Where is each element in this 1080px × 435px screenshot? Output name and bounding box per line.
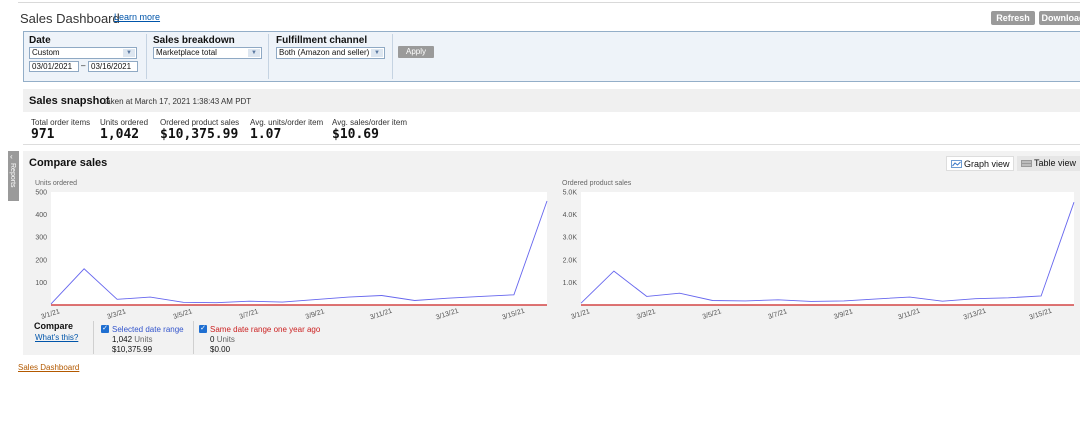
chevron-down-icon: ▼	[123, 49, 135, 57]
fulfillment-channel-label: Fulfillment channel	[276, 35, 368, 46]
snapshot-title: Sales snapshot	[29, 95, 110, 107]
sales-chart-x-tick-label: 3/5/21	[702, 308, 723, 321]
date-label: Date	[29, 35, 51, 46]
reports-tab-label: Reports	[9, 163, 16, 188]
units-chart-y-tick-label: 400	[35, 212, 47, 219]
line-chart-icon	[951, 160, 962, 168]
units-chart-x-tick-label: 3/1/21	[40, 308, 61, 321]
fulfillment-channel-select[interactable]: Both (Amazon and seller) ▼	[276, 47, 385, 59]
sales-chart-x-tick-label: 3/3/21	[636, 308, 657, 321]
chevron-down-icon: ▼	[248, 49, 260, 57]
last-year-sales: $0.00	[210, 345, 231, 354]
reports-sidebar-tab[interactable]: ‹ Reports	[8, 151, 19, 201]
date-range-select[interactable]: Custom ▼	[29, 47, 137, 59]
legend-divider	[193, 321, 194, 354]
sales-chart-plot-area	[581, 192, 1074, 305]
units-chart-plot-area	[51, 192, 547, 305]
sales-chart-x-tick-label: 3/11/21	[897, 308, 921, 321]
date-to-input[interactable]: 03/16/2021	[88, 61, 138, 72]
date-separator: –	[81, 61, 86, 70]
whats-this-link[interactable]: What's this?	[35, 333, 78, 342]
left-rail	[0, 0, 8, 435]
units-chart-y-tick-label: 300	[35, 235, 47, 242]
compare-label: Compare	[34, 321, 74, 331]
sales-dashboard-footer-link[interactable]: Sales Dashboard	[18, 363, 79, 372]
sales-breakdown-label: Sales breakdown	[153, 35, 235, 46]
last-year-label: Same date range one year ago	[210, 325, 321, 334]
page-title: Sales Dashboard	[20, 11, 120, 26]
legend-divider	[93, 321, 94, 354]
selected-range-units: 1,042 Units	[112, 335, 153, 344]
sales-chart-y-tick-label: 2.0K	[563, 257, 578, 264]
table-view-toggle[interactable]: Table view	[1017, 156, 1080, 171]
date-from-input[interactable]: 03/01/2021	[29, 61, 79, 72]
sales-chart-x-tick-label: 3/13/21	[963, 308, 987, 321]
filter-divider	[392, 34, 393, 79]
metric-value: 971	[31, 127, 55, 142]
metric-label: Ordered product sales	[160, 118, 240, 127]
units-chart-y-tick-label: 200	[35, 257, 47, 264]
snapshot-divider	[23, 144, 1080, 145]
learn-more-link[interactable]: Learn more	[114, 12, 160, 22]
top-divider	[18, 0, 1080, 3]
metric-label: Units ordered	[100, 118, 149, 127]
metric-value: $10,375.99	[160, 127, 239, 142]
apply-button[interactable]: Apply	[398, 46, 434, 58]
fulfillment-channel-value: Both (Amazon and seller)	[279, 48, 370, 57]
sales-chart-x-tick-label: 3/7/21	[767, 308, 788, 321]
last-year-units-suffix: Units	[216, 335, 235, 344]
snapshot-timestamp: taken at March 17, 2021 1:38:43 AM PDT	[104, 97, 252, 106]
filter-divider	[146, 34, 147, 79]
selected-units-suffix: Units	[134, 335, 153, 344]
selected-range-label: Selected date range	[112, 325, 184, 334]
date-range-value: Custom	[32, 48, 60, 57]
download-button[interactable]: Download	[1039, 11, 1080, 25]
sales-chart-y-tick-label: 1.0K	[563, 280, 578, 287]
units-chart-x-tick-label: 3/15/21	[501, 308, 525, 321]
last-year-units: 0 Units	[210, 335, 235, 344]
units-chart-x-tick-label: 3/9/21	[305, 308, 326, 321]
units-chart-x-tick-label: 3/5/21	[172, 308, 193, 321]
last-year-checkbox[interactable]: ✓	[199, 325, 207, 333]
units-chart-y-tick-label: 500	[35, 190, 47, 197]
selected-units-value: 1,042	[112, 335, 133, 344]
table-icon	[1021, 160, 1032, 167]
sales-breakdown-select[interactable]: Marketplace total ▼	[153, 47, 262, 59]
sales-chart-y-tick-label: 3.0K	[563, 235, 578, 242]
chevron-down-icon: ▼	[371, 49, 383, 57]
selected-range-checkbox[interactable]: ✓	[101, 325, 109, 333]
units-chart-y-tick-label: 100	[35, 280, 47, 287]
product-sales-chart: 5.0K 4.0K 3.0K 2.0K 1.0K 3/1/21 3/3/21 3/5/21 3/…	[563, 190, 1075, 321]
compare-sales-title: Compare sales	[29, 157, 108, 169]
metric-value: $10.69	[332, 127, 379, 142]
sales-chart-x-tick-label: 3/15/21	[1028, 308, 1052, 321]
units-chart-x-tick-label: 3/3/21	[106, 308, 127, 321]
metric-value: 1,042	[100, 127, 140, 142]
selected-range-sales: $10,375.99	[112, 345, 153, 354]
refresh-button[interactable]: Refresh	[991, 11, 1035, 25]
sales-chart-x-tick-label: 3/9/21	[833, 308, 854, 321]
metric-label: Total order items	[31, 118, 91, 127]
sales-chart-y-tick-label: 4.0K	[563, 212, 578, 219]
chevron-left-icon: ‹	[10, 152, 13, 161]
metric-value: 1.07	[250, 127, 282, 142]
units-chart-x-tick-label: 3/13/21	[435, 308, 459, 321]
table-view-label: Table view	[1034, 158, 1077, 168]
metric-label: Avg. units/order item	[250, 118, 324, 127]
graph-view-toggle[interactable]: Graph view	[946, 156, 1014, 171]
units-chart-x-tick-label: 3/7/21	[239, 308, 260, 321]
filter-divider	[268, 34, 269, 79]
sales-breakdown-value: Marketplace total	[156, 48, 217, 57]
last-year-units-value: 0	[210, 335, 215, 344]
sales-chart-y-tick-label: 5.0K	[563, 190, 578, 197]
graph-view-label: Graph view	[964, 159, 1010, 169]
metric-label: Avg. sales/order item	[332, 118, 407, 127]
units-ordered-chart: 500 400 300 200 100 3/1/21 3/3/21 3/5/21 3/7/21 3…	[35, 190, 548, 321]
sales-chart-x-tick-label: 3/1/21	[570, 308, 591, 321]
units-chart-x-tick-label: 3/11/21	[369, 308, 393, 321]
